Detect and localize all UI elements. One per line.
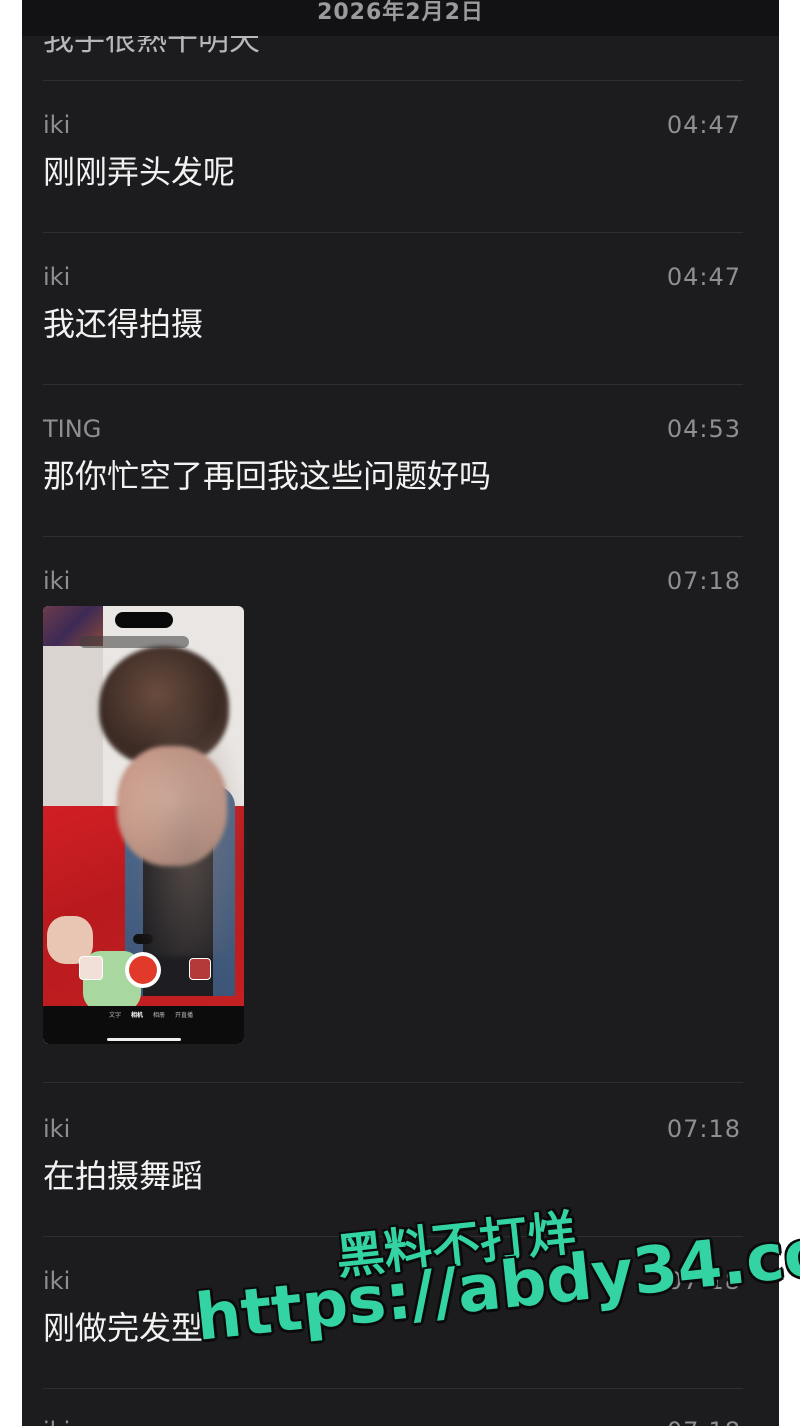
photo-gallery-thumb (79, 956, 103, 980)
photo-dynamic-island (115, 612, 173, 628)
message-item[interactable]: iki 07:18 文字 相机 相册 开直播 (43, 566, 743, 1066)
date-header: 2026年2月2日 (22, 0, 779, 36)
photo-tab: 相机 (131, 1012, 144, 1019)
message-time: 04:53 (666, 415, 741, 443)
message-text: 刚做完发型 (43, 1309, 204, 1347)
message-text: 在拍摄舞蹈 (43, 1157, 204, 1195)
divider (43, 80, 743, 81)
photo-record-button-icon (129, 956, 157, 984)
divider (43, 1082, 743, 1083)
divider (43, 232, 743, 233)
date-label: 2026年2月2日 (317, 0, 484, 25)
divider (43, 1388, 743, 1389)
message-time: 07:18 (667, 1416, 741, 1426)
message-time: 04:47 (666, 111, 741, 139)
message-text: 那你忙空了再回我这些问题好吗 (43, 457, 492, 495)
message-text: 我还得拍摄 (43, 305, 204, 343)
photo-banner (79, 636, 189, 648)
photo-tab: 相册 (153, 1012, 166, 1019)
message-sender: iki (43, 1267, 71, 1295)
message-time: 07:18 (666, 1115, 741, 1143)
message-sender: iki (43, 567, 71, 595)
message-item[interactable]: iki 04:47 刚刚弄头发呢 (43, 110, 743, 210)
divider (43, 536, 743, 537)
message-text: 刚刚弄头发呢 (43, 153, 236, 191)
message-sender: iki (43, 263, 71, 291)
message-item[interactable]: iki 04:47 我还得拍摄 (43, 262, 743, 362)
photo-tab: 开直播 (175, 1012, 194, 1019)
photo-flip-thumb (189, 958, 211, 980)
message-item[interactable]: TING 04:53 那你忙空了再回我这些问题好吗 (43, 414, 743, 514)
photo-camera-tabs: 文字 相机 相册 开直播 (109, 1010, 193, 1019)
message-item[interactable]: iki 07:18 在拍摄舞蹈 (43, 1114, 743, 1214)
photo-tab: 文字 (109, 1012, 122, 1019)
message-time: 04:47 (666, 263, 741, 291)
mosaic-blur-overlay (129, 696, 249, 956)
message-sender: iki (43, 1115, 71, 1143)
message-sender: iki (43, 111, 71, 139)
message-time: 07:18 (666, 567, 741, 595)
photo-home-indicator (107, 1038, 181, 1041)
message-item[interactable]: iki 07:18 (43, 1416, 743, 1426)
message-sender: TING (43, 415, 102, 443)
divider (43, 384, 743, 385)
message-sender: iki (43, 1416, 70, 1426)
